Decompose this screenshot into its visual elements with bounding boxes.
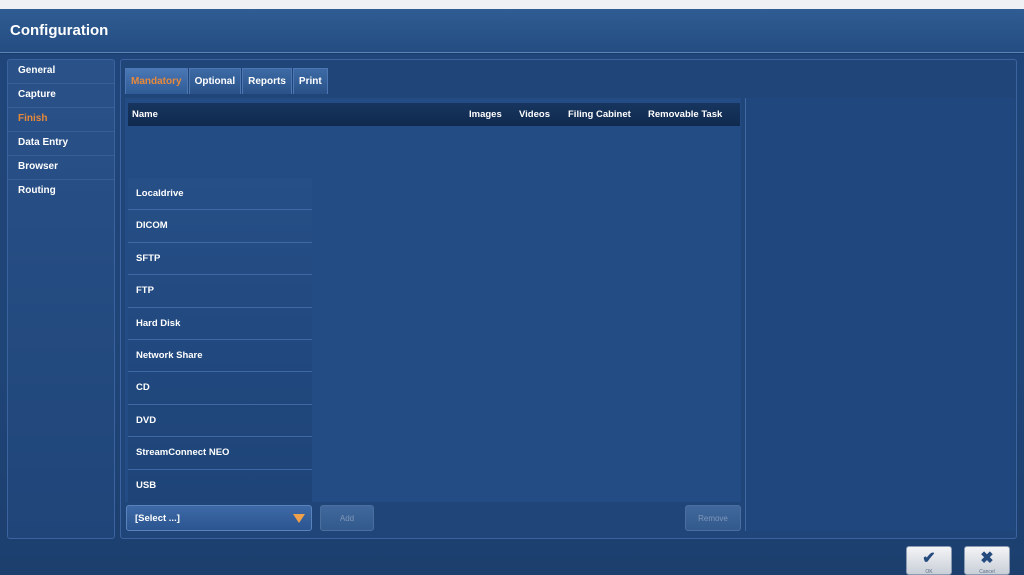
details-panel [745, 98, 1015, 531]
ok-label: OK [925, 569, 933, 575]
dropdown-option-localdrive[interactable]: Localdrive [128, 178, 312, 211]
check-icon: ✔ [922, 550, 936, 567]
sidebar: General Capture Finish Data Entry Browse… [7, 59, 115, 539]
sidebar-item-finish[interactable]: Finish [8, 108, 114, 132]
sidebar-item-routing[interactable]: Routing [8, 180, 114, 204]
cancel-label: Cancel [979, 569, 995, 575]
close-icon: ✖ [980, 550, 994, 567]
tab-reports[interactable]: Reports [242, 68, 292, 94]
destination-select-value: [Select ...] [135, 513, 180, 524]
title-bar: Configuration [0, 9, 1024, 53]
column-header-filing-cabinet[interactable]: Filing Cabinet [568, 109, 631, 120]
tab-print[interactable]: Print [292, 68, 328, 94]
dropdown-option-dvd[interactable]: DVD [128, 405, 312, 438]
dropdown-option-ftp[interactable]: FTP [128, 275, 312, 308]
column-header-removable-task[interactable]: Removable Task [648, 109, 722, 120]
sidebar-item-general[interactable]: General [8, 60, 114, 84]
tab-optional[interactable]: Optional [188, 68, 242, 94]
window-title: Configuration [10, 22, 109, 39]
dropdown-option-hard-disk[interactable]: Hard Disk [128, 308, 312, 340]
add-button[interactable]: Add [320, 505, 374, 531]
ok-button[interactable]: ✔ OK [906, 546, 952, 575]
dropdown-option-network-share[interactable]: Network Share [128, 340, 312, 373]
dropdown-option-usb[interactable]: USB [128, 470, 312, 502]
chevron-down-icon [293, 514, 305, 523]
tab-bar: Mandatory Optional Reports Print [125, 68, 329, 94]
dropdown-option-dicom[interactable]: DICOM [128, 210, 312, 243]
sidebar-item-capture[interactable]: Capture [8, 84, 114, 108]
dropdown-option-cd[interactable]: CD [128, 372, 312, 405]
dropdown-option-streamconnect-neo[interactable]: StreamConnect NEO [128, 437, 312, 470]
sidebar-item-browser[interactable]: Browser [8, 156, 114, 180]
dropdown-option-sftp[interactable]: SFTP [128, 243, 312, 276]
cancel-button[interactable]: ✖ Cancel [964, 546, 1010, 575]
tab-mandatory[interactable]: Mandatory [125, 68, 188, 94]
column-header-name[interactable]: Name [132, 109, 158, 120]
column-header-images[interactable]: Images [469, 109, 502, 120]
window-top-strip [0, 0, 1024, 9]
column-header-videos[interactable]: Videos [519, 109, 550, 120]
destination-select[interactable]: [Select ...] [126, 505, 312, 531]
table-header-row: Name Images Videos Filing Cabinet Remova… [128, 103, 740, 126]
remove-button[interactable]: Remove [685, 505, 741, 531]
sidebar-item-data-entry[interactable]: Data Entry [8, 132, 114, 156]
destination-dropdown-list: Localdrive DICOM SFTP FTP Hard Disk Netw… [128, 178, 312, 502]
